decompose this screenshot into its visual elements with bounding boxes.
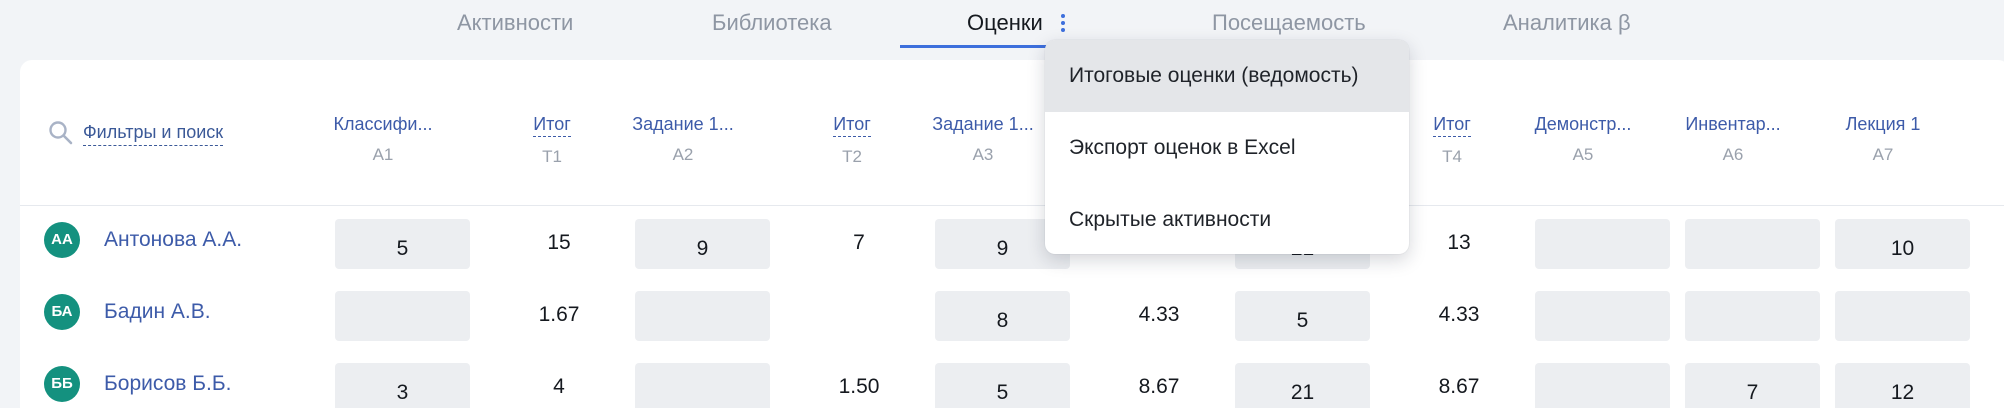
student-name[interactable]: Антонова А.А. [104, 228, 242, 252]
grade-cell[interactable]: 12 [1835, 363, 1970, 408]
tab-attendance[interactable]: Посещаемость [1212, 10, 1366, 36]
total-value: 8.67 [1438, 375, 1480, 398]
grade-cell[interactable] [335, 291, 470, 341]
grade-cell[interactable]: 5 [1235, 291, 1370, 341]
column-title: Лекция 1 [1845, 114, 1921, 134]
grades-options-menu: Итоговые оценки (ведомость) Экспорт оцен… [1045, 40, 1409, 254]
column-title: Итог [533, 114, 571, 137]
grade-cell[interactable] [1685, 291, 1820, 341]
total-value: 8.67 [1138, 375, 1180, 398]
column-title: Итог [833, 114, 871, 137]
grade-cell[interactable] [1685, 219, 1820, 269]
tab-activities[interactable]: Активности [457, 10, 573, 36]
column-header-a3[interactable]: Задание 1... А3 [908, 114, 1058, 165]
column-code: А2 [672, 145, 694, 164]
grade-cell[interactable]: 10 [1835, 219, 1970, 269]
column-title: Инвентар... [1685, 114, 1781, 134]
column-code: А3 [972, 145, 994, 164]
grade-cell[interactable]: 8 [935, 291, 1070, 341]
column-code: Т1 [542, 147, 562, 166]
column-title: Задание 1... [632, 114, 734, 134]
grade-cell[interactable]: 21 [1235, 363, 1370, 408]
grade-cell[interactable] [635, 291, 770, 341]
column-title: Демонстр... [1534, 114, 1632, 134]
grade-cell[interactable] [1835, 291, 1970, 341]
column-header-a1[interactable]: Классифи... А1 [308, 114, 458, 165]
more-vertical-icon[interactable] [1057, 12, 1069, 34]
menu-item-final-grades[interactable]: Итоговые оценки (ведомость) [1045, 40, 1409, 112]
column-header-a7[interactable]: Лекция 1 А7 [1808, 114, 1958, 165]
column-code: А5 [1572, 145, 1594, 164]
total-value: 4.33 [1138, 303, 1180, 326]
column-code: А7 [1872, 145, 1894, 164]
grade-cell[interactable]: 3 [335, 363, 470, 408]
tab-grades[interactable]: Оценки [967, 10, 1043, 36]
total-value: 4 [553, 375, 565, 398]
grade-cell[interactable] [1535, 219, 1670, 269]
student-name[interactable]: Бадин А.В. [104, 300, 211, 324]
header-divider [20, 205, 2004, 206]
grade-cell[interactable]: 7 [1685, 363, 1820, 408]
total-value: 7 [853, 231, 865, 254]
column-code: Т2 [842, 147, 862, 166]
avatar: ББ [44, 366, 80, 402]
grade-cell[interactable]: 9 [635, 219, 770, 269]
avatar: АА [44, 222, 80, 258]
column-header-a5[interactable]: Демонстр... А5 [1508, 114, 1658, 165]
total-value: 1.50 [838, 375, 880, 398]
grade-cell[interactable]: 5 [335, 219, 470, 269]
grade-cell[interactable] [1535, 291, 1670, 341]
grade-cell[interactable] [1535, 363, 1670, 408]
active-tab-indicator [900, 45, 1055, 48]
menu-item-hidden-activities[interactable]: Скрытые активности [1045, 184, 1409, 254]
search-icon [49, 121, 73, 145]
column-header-a2[interactable]: Задание 1... А2 [608, 114, 758, 165]
grade-cell[interactable] [635, 363, 770, 408]
total-value: 4.33 [1438, 303, 1480, 326]
column-header-a6[interactable]: Инвентар... А6 [1658, 114, 1808, 165]
column-code: А6 [1722, 145, 1744, 164]
grade-cell[interactable]: 5 [935, 363, 1070, 408]
tab-library[interactable]: Библиотека [712, 10, 832, 36]
menu-item-export-excel[interactable]: Экспорт оценок в Excel [1045, 112, 1409, 184]
filter-search-label: Фильтры и поиск [83, 122, 224, 146]
total-value: 15 [547, 231, 571, 254]
column-title: Итог [1433, 114, 1471, 137]
tab-bar: Активности Библиотека Оценки Посещаемост… [0, 0, 2004, 48]
column-title: Классифи... [333, 114, 433, 134]
column-header-t1[interactable]: Итог Т1 [477, 114, 627, 167]
column-code: А1 [372, 145, 394, 164]
column-header-t2[interactable]: Итог Т2 [777, 114, 927, 167]
tab-analytics[interactable]: Аналитика β [1503, 10, 1631, 36]
column-title: Задание 1... [932, 114, 1034, 134]
student-name[interactable]: Борисов Б.Б. [104, 372, 232, 396]
total-value: 1.67 [538, 303, 580, 326]
avatar: БА [44, 294, 80, 330]
